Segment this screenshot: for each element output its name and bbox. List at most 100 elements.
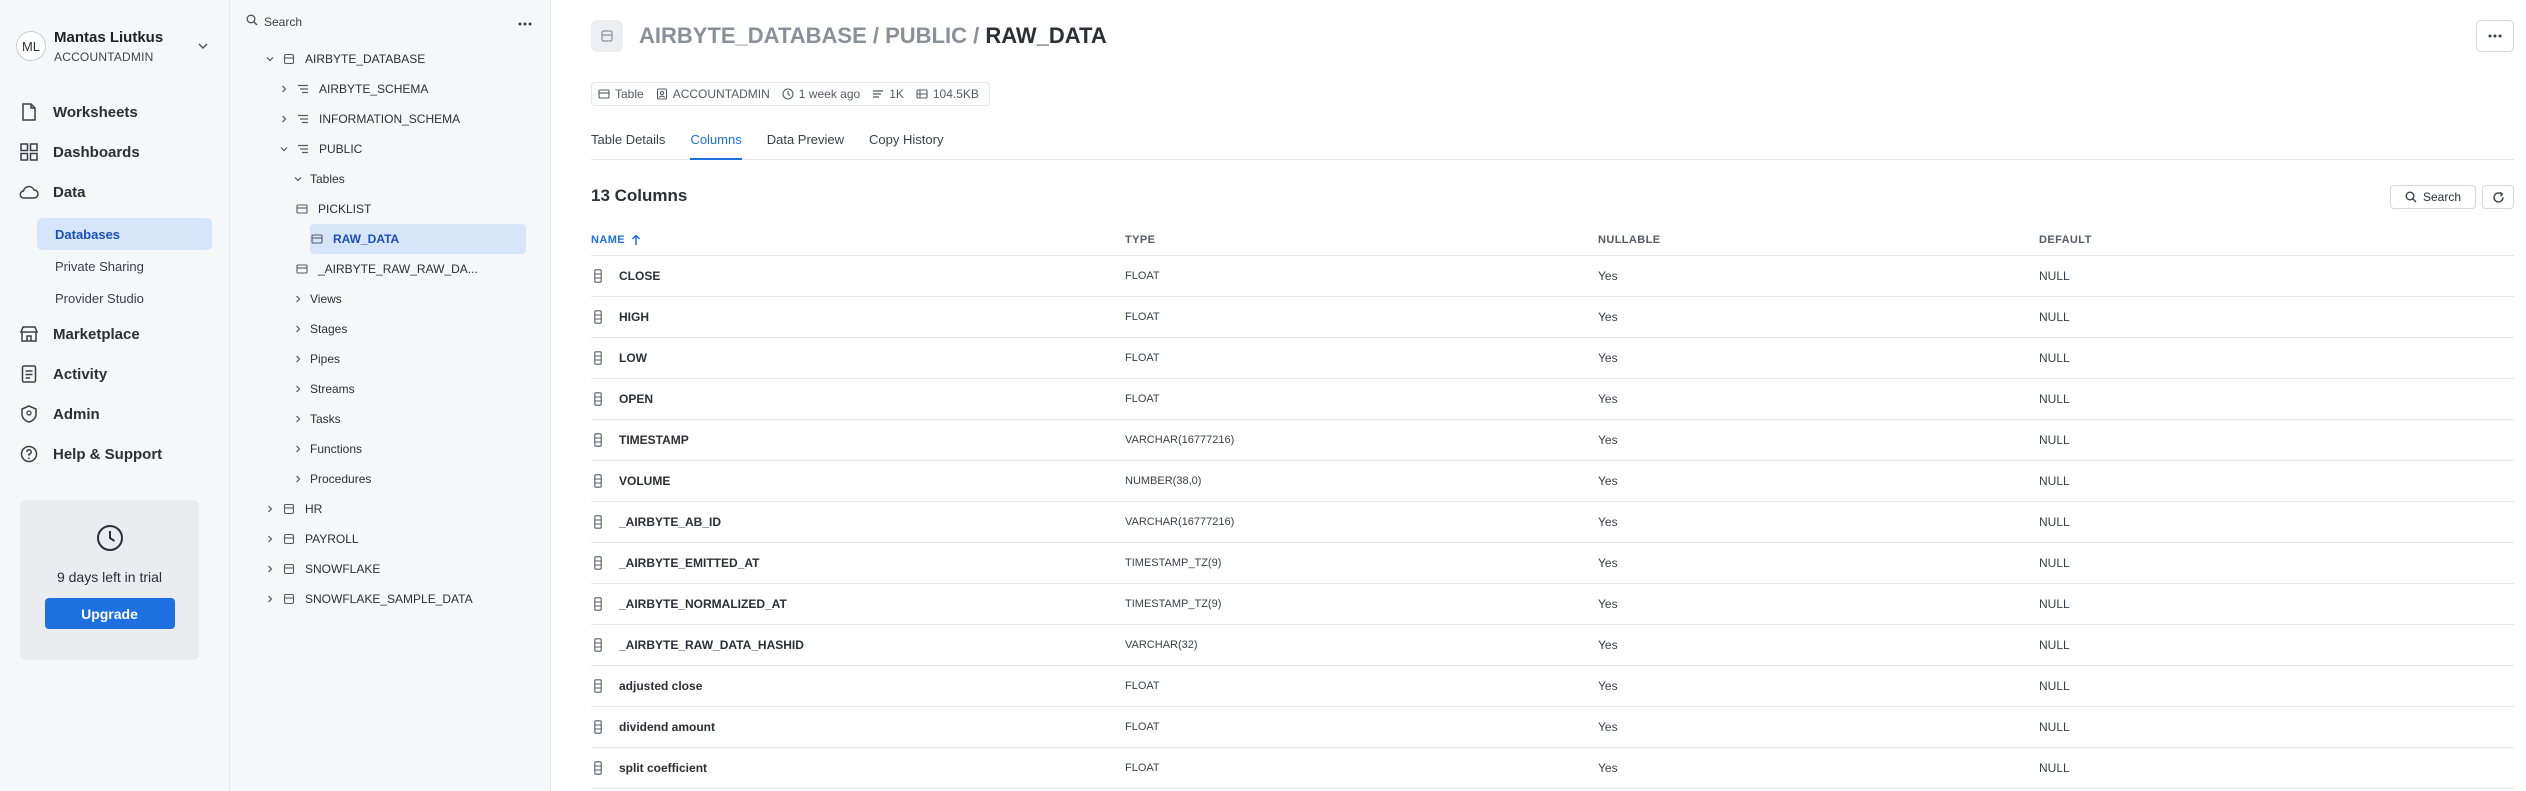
tree-item[interactable]: PAYROLL: [230, 524, 550, 554]
tree-item[interactable]: Views: [230, 284, 550, 314]
header-name[interactable]: NAME: [591, 234, 1125, 246]
breadcrumb-separator: /: [866, 23, 886, 48]
header-nullable[interactable]: NULLABLE: [1598, 234, 2039, 246]
chevron-down-icon[interactable]: [193, 36, 213, 56]
nav-item-worksheets[interactable]: Worksheets: [0, 92, 229, 132]
cell-nullable: Yes: [1598, 515, 1618, 529]
nav-item-help[interactable]: Help & Support: [0, 434, 229, 474]
nav-label: Marketplace: [53, 325, 140, 343]
nav-item-dashboards[interactable]: Dashboards: [0, 132, 229, 172]
cell-default: NULL: [2039, 515, 2070, 529]
tree-item[interactable]: PICKLIST: [230, 194, 550, 224]
database-icon: [282, 52, 296, 66]
chevron-right-icon[interactable]: [291, 472, 305, 486]
tree-item[interactable]: RAW_DATA: [310, 224, 526, 254]
tree-item[interactable]: Procedures: [230, 464, 550, 494]
table-row[interactable]: _AIRBYTE_NORMALIZED_AT TIMESTAMP_TZ(9) Yes…: [591, 584, 2514, 625]
tree-item[interactable]: Stages: [230, 314, 550, 344]
table-row[interactable]: OPEN FLOAT Yes NULL: [591, 379, 2514, 420]
tree-item[interactable]: Streams: [230, 374, 550, 404]
clock-icon: [782, 88, 794, 100]
chevron-down-icon[interactable]: [263, 52, 277, 66]
nav-item-admin[interactable]: Admin: [0, 394, 229, 434]
table-row[interactable]: _AIRBYTE_EMITTED_AT TIMESTAMP_TZ(9) Yes NUL…: [591, 543, 2514, 584]
sub-item-databases[interactable]: Databases: [37, 218, 212, 250]
chevron-right-icon[interactable]: [277, 82, 291, 96]
chevron-down-icon[interactable]: [277, 142, 291, 156]
tree-item[interactable]: _AIRBYTE_RAW_RAW_DA...: [230, 254, 550, 284]
tree-item[interactable]: PUBLIC: [230, 134, 550, 164]
chevron-right-icon[interactable]: [291, 412, 305, 426]
header-default[interactable]: DEFAULT: [2039, 234, 2514, 246]
cell-nullable: Yes: [1598, 556, 1618, 570]
table-row[interactable]: dividend amount FLOAT Yes NULL: [591, 707, 2514, 748]
tree-item-label: PICKLIST: [318, 202, 372, 216]
tree-item[interactable]: Tasks: [230, 404, 550, 434]
chevron-right-icon[interactable]: [263, 502, 277, 516]
header-type[interactable]: TYPE: [1125, 234, 1598, 246]
tab-table-details[interactable]: Table Details: [591, 128, 665, 160]
sub-item-private-sharing[interactable]: Private Sharing: [37, 250, 212, 282]
nav-item-marketplace[interactable]: Marketplace: [0, 314, 229, 354]
cell-nullable: Yes: [1598, 269, 1618, 283]
tree-item-label: AIRBYTE_DATABASE: [305, 52, 426, 66]
cell-nullable: Yes: [1598, 597, 1618, 611]
sub-item-provider-studio[interactable]: Provider Studio: [37, 282, 212, 314]
breadcrumb-database[interactable]: AIRBYTE_DATABASE: [639, 23, 867, 48]
object-tree: AIRBYTE_DATABASE AIRBYTE_SCHEMA INFORMATIO…: [230, 44, 550, 614]
table-row[interactable]: LOW FLOAT Yes NULL: [591, 338, 2514, 379]
cell-nullable: Yes: [1598, 433, 1618, 447]
column-search-button[interactable]: Search: [2390, 185, 2476, 209]
tree-item[interactable]: SNOWFLAKE_SAMPLE_DATA: [230, 584, 550, 614]
tree-item[interactable]: SNOWFLAKE: [230, 554, 550, 584]
chevron-down-icon[interactable]: [291, 172, 305, 186]
explorer-search[interactable]: Search: [230, 0, 550, 44]
chevron-right-icon[interactable]: [277, 112, 291, 126]
chevron-right-icon[interactable]: [263, 562, 277, 576]
chevron-right-icon[interactable]: [291, 352, 305, 366]
upgrade-button[interactable]: Upgrade: [44, 598, 175, 629]
avatar: ML: [16, 31, 46, 61]
user-name: Mantas Liutkus: [54, 28, 164, 46]
tree-item[interactable]: Functions: [230, 434, 550, 464]
nav-item-data[interactable]: Data: [0, 172, 229, 212]
chevron-right-icon[interactable]: [263, 592, 277, 606]
refresh-button[interactable]: [2482, 185, 2514, 209]
tree-item[interactable]: AIRBYTE_SCHEMA: [230, 74, 550, 104]
breadcrumb-schema[interactable]: PUBLIC: [885, 23, 967, 48]
table-row[interactable]: HIGH FLOAT Yes NULL: [591, 297, 2514, 338]
tab-copy-history[interactable]: Copy History: [869, 128, 943, 160]
chevron-right-icon[interactable]: [291, 292, 305, 306]
chevron-right-icon[interactable]: [291, 322, 305, 336]
table-row[interactable]: _AIRBYTE_RAW_DATA_HASHID VARCHAR(32) Yes NU…: [591, 625, 2514, 666]
cell-name: TIMESTAMP: [591, 432, 1125, 448]
table-row[interactable]: _AIRBYTE_AB_ID VARCHAR(16777216) Yes NULL: [591, 502, 2514, 543]
nav-item-activity[interactable]: Activity: [0, 354, 229, 394]
cell-default: NULL: [2039, 269, 2070, 283]
chevron-right-icon[interactable]: [291, 442, 305, 456]
tree-item[interactable]: Pipes: [230, 344, 550, 374]
table-row[interactable]: TIMESTAMP VARCHAR(16777216) Yes NULL: [591, 420, 2514, 461]
table-row[interactable]: split coefficient FLOAT Yes NULL: [591, 748, 2514, 789]
chevron-right-icon[interactable]: [263, 532, 277, 546]
more-actions-button[interactable]: [2476, 20, 2514, 52]
tree-item[interactable]: AIRBYTE_DATABASE: [230, 44, 550, 74]
tree-item[interactable]: HR: [230, 494, 550, 524]
cell-name: _AIRBYTE_NORMALIZED_AT: [591, 596, 1125, 612]
more-options-icon[interactable]: [518, 13, 532, 31]
tab-columns[interactable]: Columns: [690, 128, 742, 160]
tree-item[interactable]: Tables: [230, 164, 550, 194]
table-icon: [295, 202, 309, 216]
table-row[interactable]: VOLUME NUMBER(38,0) Yes NULL: [591, 461, 2514, 502]
chevron-right-icon[interactable]: [291, 382, 305, 396]
nav-label: Activity: [53, 365, 108, 383]
tab-data-preview[interactable]: Data Preview: [767, 128, 844, 160]
user-menu[interactable]: ML Mantas Liutkus ACCOUNTADMIN: [0, 0, 229, 92]
main-panel: AIRBYTE_DATABASE / PUBLIC / RAW_DATA Tab…: [551, 0, 2526, 791]
table-row[interactable]: CLOSE FLOAT Yes NULL: [591, 256, 2514, 297]
meta-updated: 1 week ago: [782, 87, 860, 101]
table-row[interactable]: adjusted close FLOAT Yes NULL: [591, 666, 2514, 707]
nav-label: Admin: [53, 405, 100, 423]
tree-item[interactable]: INFORMATION_SCHEMA: [230, 104, 550, 134]
cell-type: VARCHAR(16777216): [1125, 516, 1235, 528]
